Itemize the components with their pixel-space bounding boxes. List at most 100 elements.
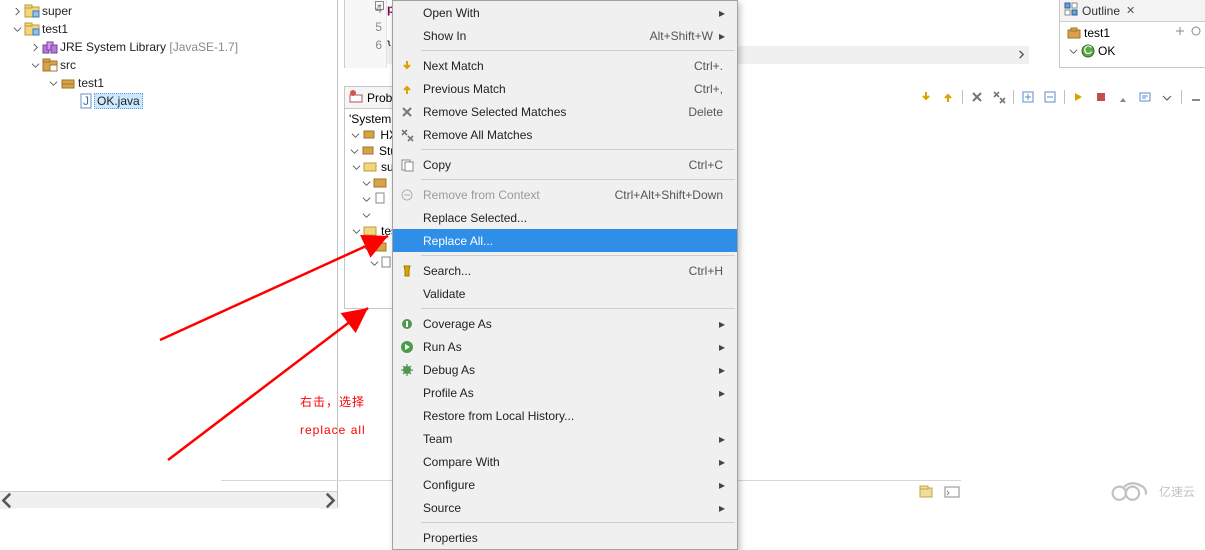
menu-icon-empty xyxy=(393,427,421,450)
scroll-right-arrow-icon[interactable] xyxy=(1012,46,1029,63)
menu-item-copy[interactable]: CopyCtrl+C xyxy=(393,153,737,176)
tree-item[interactable]: super xyxy=(4,2,337,20)
fold-icon[interactable]: − xyxy=(375,1,384,10)
cancel-search-icon[interactable] xyxy=(1093,89,1109,105)
submenu-arrow-icon: ▸ xyxy=(719,317,729,331)
expand-toggle-icon[interactable] xyxy=(46,79,60,88)
menu-item-validate[interactable]: Validate xyxy=(393,282,737,305)
tree-item-label: src xyxy=(58,58,78,72)
history-icon[interactable] xyxy=(1137,89,1153,105)
expand-toggle-icon[interactable] xyxy=(359,179,373,188)
expand-toggle-icon[interactable] xyxy=(349,163,363,172)
close-icon[interactable]: ✕ xyxy=(1126,4,1135,17)
menu-item-previous-match[interactable]: Previous MatchCtrl+, xyxy=(393,77,737,100)
menu-item-team[interactable]: Team▸ xyxy=(393,427,737,450)
expand-toggle-icon[interactable] xyxy=(359,211,373,220)
line-number: 5 xyxy=(345,18,386,36)
menu-item-properties[interactable]: Properties xyxy=(393,526,737,549)
menu-separator xyxy=(421,308,735,309)
expand-toggle-icon[interactable] xyxy=(349,147,361,156)
watermark-logo-icon xyxy=(1109,480,1153,502)
menu-separator xyxy=(421,179,735,180)
remove-all-matches-icon[interactable] xyxy=(991,89,1007,105)
menu-item-open-with[interactable]: Open With▸ xyxy=(393,1,737,24)
result-icon xyxy=(373,239,389,255)
expand-toggle-icon[interactable] xyxy=(359,243,373,252)
scroll-left-arrow-icon[interactable] xyxy=(0,492,17,509)
problems-icon xyxy=(349,89,363,106)
submenu-arrow-icon: ▸ xyxy=(719,432,729,446)
expand-all-icon[interactable] xyxy=(1020,89,1036,105)
expand-toggle-icon[interactable] xyxy=(349,227,363,236)
menu-separator xyxy=(421,522,735,523)
minimize-icon[interactable] xyxy=(1188,89,1204,105)
separator xyxy=(1013,90,1014,104)
menu-item-label: Validate xyxy=(421,287,729,301)
tree-item[interactable]: JOK.java xyxy=(4,92,337,110)
toolbar-icon[interactable] xyxy=(1189,24,1203,38)
menu-item-search[interactable]: Search...Ctrl+H xyxy=(393,259,737,282)
outline-item-label: OK xyxy=(1096,44,1117,58)
tree-item-label: OK.java xyxy=(94,93,143,109)
menu-separator xyxy=(421,149,735,150)
menu-item-restore-from-local-history[interactable]: Restore from Local History... xyxy=(393,404,737,427)
menu-item-coverage-as[interactable]: Coverage As▸ xyxy=(393,312,737,335)
toolbar-icon[interactable] xyxy=(1173,24,1187,38)
tree-item[interactable]: test1 xyxy=(4,20,337,38)
outline-tab[interactable]: Outline ✕ xyxy=(1060,0,1205,22)
menu-item-label: Remove Selected Matches xyxy=(421,105,688,119)
minus-circle-icon xyxy=(393,183,421,206)
menu-separator xyxy=(421,50,735,51)
tree-item[interactable]: test1 xyxy=(4,74,337,92)
menu-item-compare-with[interactable]: Compare With▸ xyxy=(393,450,737,473)
project-icon xyxy=(24,21,40,37)
menu-item-label: Copy xyxy=(421,158,689,172)
menu-item-replace-all[interactable]: Replace All... xyxy=(393,229,737,252)
menu-item-next-match[interactable]: Next MatchCtrl+. xyxy=(393,54,737,77)
copy-icon xyxy=(393,153,421,176)
run-last-search-icon[interactable] xyxy=(1071,89,1087,105)
menu-icon-empty xyxy=(393,450,421,473)
menu-item-configure[interactable]: Configure▸ xyxy=(393,473,737,496)
jre-icon xyxy=(42,39,58,55)
menu-item-show-in[interactable]: Show InAlt+Shift+W▸ xyxy=(393,24,737,47)
menu-item-profile-as[interactable]: Profile As▸ xyxy=(393,381,737,404)
collapse-all-icon[interactable] xyxy=(1042,89,1058,105)
context-menu[interactable]: Open With▸Show InAlt+Shift+W▸Next MatchC… xyxy=(392,0,738,550)
tree-item[interactable]: JRE System Library [JavaSE-1.7] xyxy=(4,38,337,56)
arrow-down-yellow-icon xyxy=(393,54,421,77)
menu-icon-empty xyxy=(393,24,421,47)
x-gray-icon xyxy=(393,100,421,123)
console-icon[interactable] xyxy=(943,483,961,501)
menu-item-remove-selected-matches[interactable]: Remove Selected MatchesDelete xyxy=(393,100,737,123)
menu-item-label: Restore from Local History... xyxy=(421,409,729,423)
explorer-tree[interactable]: supertest1JRE System Library [JavaSE-1.7… xyxy=(0,0,337,110)
next-match-icon[interactable] xyxy=(918,89,934,105)
menu-item-label: Remove All Matches xyxy=(421,128,729,142)
menu-item-debug-as[interactable]: Debug As▸ xyxy=(393,358,737,381)
expand-toggle-icon[interactable] xyxy=(359,195,373,204)
line-number: 6 xyxy=(345,36,386,54)
menu-item-run-as[interactable]: Run As▸ xyxy=(393,335,737,358)
expand-toggle-icon[interactable] xyxy=(1066,47,1080,56)
menu-item-remove-all-matches[interactable]: Remove All Matches xyxy=(393,123,737,146)
remove-match-icon[interactable] xyxy=(969,89,985,105)
expand-toggle-icon[interactable] xyxy=(369,259,379,268)
expand-toggle-icon[interactable] xyxy=(28,43,42,52)
expand-toggle-icon[interactable] xyxy=(10,25,24,34)
outline-item-label: test1 xyxy=(1082,26,1112,40)
tasks-icon[interactable] xyxy=(917,483,935,501)
menu-item-replace-selected[interactable]: Replace Selected... xyxy=(393,206,737,229)
view-menu-icon[interactable] xyxy=(1159,89,1175,105)
menu-icon-empty xyxy=(393,473,421,496)
menu-item-label: Coverage As xyxy=(421,317,719,331)
expand-toggle-icon[interactable] xyxy=(10,7,24,16)
expand-toggle-icon[interactable] xyxy=(28,61,42,70)
tree-item[interactable]: src xyxy=(4,56,337,74)
pin-icon[interactable] xyxy=(1115,89,1131,105)
menu-item-label: Next Match xyxy=(421,59,694,73)
outline-item[interactable]: C OK xyxy=(1064,42,1203,60)
expand-toggle-icon[interactable] xyxy=(349,131,362,140)
outline-label: Outline xyxy=(1078,4,1120,18)
prev-match-icon[interactable] xyxy=(940,89,956,105)
